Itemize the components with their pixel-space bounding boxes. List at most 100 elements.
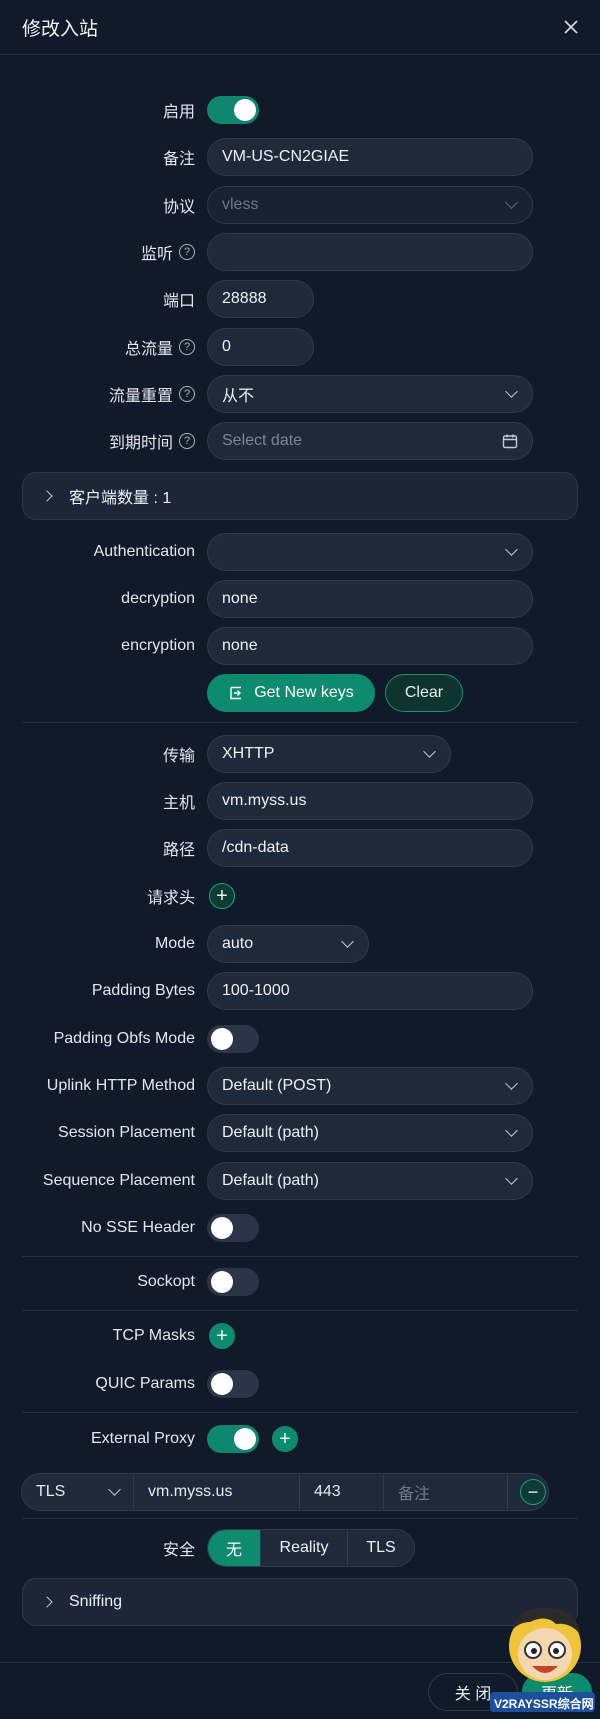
add-external-proxy-button[interactable]: +: [272, 1426, 298, 1452]
port-row: 端口 28888: [0, 279, 600, 319]
add-tcp-mask-button[interactable]: +: [209, 1323, 235, 1349]
get-new-keys-button[interactable]: Get New keys: [207, 674, 375, 712]
path-row: 路径 /cdn-data: [0, 828, 600, 868]
sequence-select[interactable]: Default (path): [207, 1162, 533, 1200]
padding-bytes-label: Padding Bytes: [91, 982, 195, 999]
security-option-none[interactable]: 无: [208, 1530, 261, 1566]
decryption-input[interactable]: none: [207, 580, 533, 618]
help-icon[interactable]: ?: [179, 433, 195, 449]
transport-value: XHTTP: [222, 745, 275, 762]
proxy-host-value: vm.myss.us: [148, 1483, 233, 1500]
remark-input[interactable]: VM-US-CN2GIAE: [207, 138, 533, 176]
decryption-value: none: [222, 590, 258, 607]
host-input[interactable]: vm.myss.us: [207, 782, 533, 820]
total-traffic-input[interactable]: 0: [207, 328, 314, 366]
headers-row: 请求头 +: [0, 876, 600, 916]
plus-icon: +: [279, 1428, 291, 1450]
chevron-down-icon: [341, 935, 354, 948]
expiry-date-picker[interactable]: Select date: [207, 422, 533, 460]
padding-obfs-toggle[interactable]: [207, 1025, 259, 1053]
no-sse-row: No SSE Header: [0, 1208, 600, 1248]
divider: [22, 1412, 578, 1413]
padding-obfs-label: Padding Obfs Mode: [53, 1030, 195, 1047]
session-row: Session Placement Default (path): [0, 1113, 600, 1153]
mode-value: auto: [222, 935, 254, 952]
transport-row: 传输 XHTTP: [0, 734, 600, 774]
encryption-input[interactable]: none: [207, 627, 533, 665]
proxy-port-input[interactable]: 443: [300, 1474, 384, 1510]
session-select[interactable]: Default (path): [207, 1114, 533, 1152]
traffic-reset-select[interactable]: 从不: [207, 375, 533, 413]
close-icon[interactable]: [556, 12, 586, 42]
port-label: 端口: [162, 293, 195, 310]
enable-row: 启用: [0, 90, 600, 130]
proxy-remark-input[interactable]: 备注: [384, 1474, 508, 1510]
transport-select[interactable]: XHTTP: [207, 735, 451, 773]
transport-label: 传输: [162, 748, 195, 765]
listen-row: 监听?: [0, 232, 600, 272]
proxy-host-input[interactable]: vm.myss.us: [134, 1474, 300, 1510]
chevron-down-icon: [108, 1483, 121, 1496]
add-header-button[interactable]: +: [209, 883, 235, 909]
uplink-label: Uplink HTTP Method: [46, 1077, 195, 1094]
security-row: 安全 无 Reality TLS: [0, 1528, 600, 1568]
host-value: vm.myss.us: [222, 792, 307, 809]
proxy-type-select[interactable]: TLS: [22, 1474, 134, 1510]
path-value: /cdn-data: [222, 839, 289, 856]
expiry-label: 到期时间?: [109, 429, 195, 453]
get-new-keys-label: Get New keys: [254, 684, 354, 701]
enable-label: 启用: [162, 104, 195, 121]
remark-label: 备注: [162, 151, 195, 168]
divider: [22, 1518, 578, 1519]
host-row: 主机 vm.myss.us: [0, 781, 600, 821]
clear-button[interactable]: Clear: [385, 674, 463, 712]
path-label: 路径: [162, 842, 195, 859]
plus-icon: +: [216, 1325, 228, 1347]
uplink-select[interactable]: Default (POST): [207, 1067, 533, 1105]
chevron-down-icon: [505, 1124, 518, 1137]
traffic-reset-row: 流量重置? 从不: [0, 374, 600, 414]
edit-inbound-modal: 修改入站 启用 备注 VM-US-CN2GIAE 协议 vless 监听? 端口…: [0, 0, 600, 1719]
uplink-value: Default (POST): [222, 1077, 332, 1094]
clients-collapse[interactable]: 客户端数量 : 1: [22, 472, 578, 520]
help-icon[interactable]: ?: [179, 386, 195, 402]
quic-toggle[interactable]: [207, 1370, 259, 1398]
protocol-value: vless: [222, 196, 259, 213]
protocol-label: 协议: [162, 199, 195, 216]
mode-select[interactable]: auto: [207, 925, 369, 963]
encryption-label: encryption: [121, 637, 195, 654]
expiry-label-text: 到期时间: [108, 435, 173, 452]
clear-label: Clear: [404, 684, 444, 701]
divider: [22, 722, 578, 723]
enable-toggle[interactable]: [207, 96, 259, 124]
plus-icon: +: [216, 885, 228, 907]
watermark-logo: V2RAYSSR综合网: [490, 1600, 595, 1715]
traffic-reset-value: 从不: [222, 388, 255, 405]
security-option-reality[interactable]: Reality: [261, 1530, 348, 1566]
listen-input[interactable]: [207, 233, 533, 271]
decryption-label: decryption: [121, 590, 195, 607]
no-sse-toggle[interactable]: [207, 1214, 259, 1242]
protocol-select[interactable]: vless: [207, 186, 533, 224]
quic-row: QUIC Params: [0, 1364, 600, 1404]
chevron-down-icon: [505, 1172, 518, 1185]
port-input[interactable]: 28888: [207, 280, 314, 318]
authentication-select[interactable]: [207, 533, 533, 571]
sockopt-toggle[interactable]: [207, 1268, 259, 1296]
external-proxy-toggle[interactable]: [207, 1425, 259, 1453]
modal-title: 修改入站: [22, 18, 99, 40]
traffic-reset-label-text: 流量重置: [108, 388, 173, 405]
padding-bytes-input[interactable]: 100-1000: [207, 972, 533, 1010]
modal-header: 修改入站: [0, 0, 600, 55]
path-input[interactable]: /cdn-data: [207, 829, 533, 867]
help-icon[interactable]: ?: [179, 244, 195, 260]
divider: [22, 1310, 578, 1311]
chevron-down-icon: [505, 385, 518, 398]
remark-row: 备注 VM-US-CN2GIAE: [0, 137, 600, 177]
host-label: 主机: [162, 795, 195, 812]
security-option-tls[interactable]: TLS: [348, 1530, 414, 1566]
help-icon[interactable]: ?: [179, 339, 195, 355]
authentication-label: Authentication: [93, 543, 195, 560]
sequence-value: Default (path): [222, 1172, 319, 1189]
remove-proxy-button[interactable]: −: [520, 1479, 546, 1505]
